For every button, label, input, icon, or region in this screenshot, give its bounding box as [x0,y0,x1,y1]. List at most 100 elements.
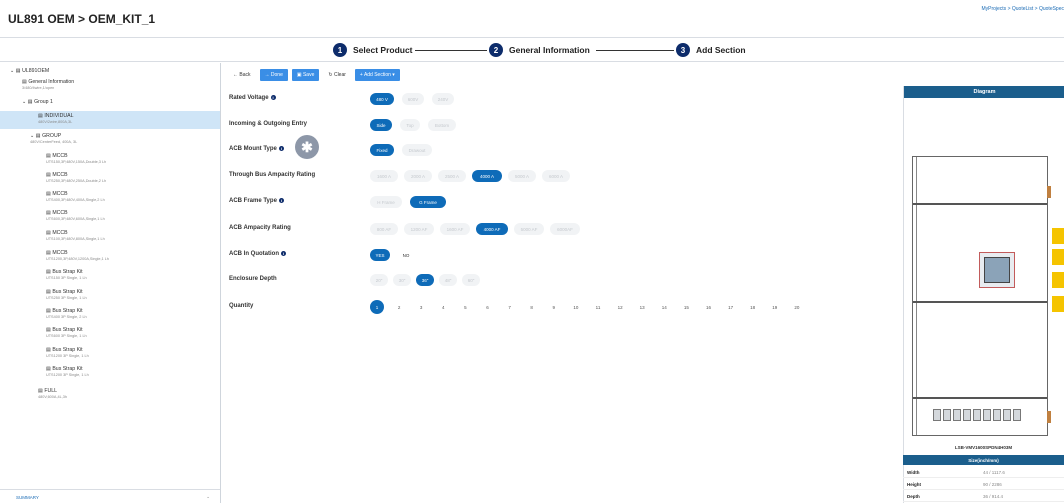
chevron-down-icon[interactable]: ⌄ ▤ [22,99,34,105]
summary-panel-toggle[interactable]: SUMMARY ⌄ [0,489,220,503]
tree-node-bus-strap-kit[interactable]: ▤ Bus Strap Kit UTS250 3P Single, 1 Lh [46,289,87,300]
acb-ampacity-option[interactable]: 6000AF [550,223,580,235]
tree-node-full[interactable]: ▤ FULL 480V,600A,4L,3h [38,388,67,399]
acb-mount-option[interactable]: Fixed [370,144,394,156]
quantity-option[interactable]: 7 [503,300,517,314]
clear-button[interactable]: ↻ Clear [323,69,351,81]
enclosure-depth-option[interactable]: 20" [370,274,388,286]
rated-voltage-option[interactable]: 240V [432,93,454,105]
add-section-button[interactable]: + Add Section ▾ [354,69,400,81]
tree-node-bus-strap-kit[interactable]: ▤ Bus Strap Kit UTS150 3P Single, 1 Lh [46,269,87,280]
through-bus-option[interactable]: 2000 A [404,170,432,182]
field-label-through-bus-ampacity: Through Bus Ampacity Rating [229,172,316,178]
quantity-option[interactable]: 12 [613,300,627,314]
tree-node-bus-strap-kit[interactable]: ▤ Bus Strap Kit UTS1200 3P Single, 1 Lh [46,366,89,377]
tree-node-group[interactable]: ⌄ ▤ GROUP 480V/CenterFeed, 400A, 3L [30,133,77,144]
tree-node-mccb[interactable]: ▤ MCCB UTS400,3P,480V,400A,Single,2 Lh [46,191,105,202]
rated-voltage-option[interactable]: 480 V [370,93,394,105]
info-icon[interactable]: i [281,251,286,256]
acb-ampacity-option[interactable]: 1600 AF [440,223,470,235]
tree-node-bus-strap-kit[interactable]: ▤ Bus Strap Kit UTS1200 3P Single, 1 Lh [46,347,89,358]
through-bus-option[interactable]: 2500 A [438,170,466,182]
cabinet-rail [916,157,917,435]
step-select-product[interactable]: 1 Select Product [333,42,413,58]
terminal-tag [1052,228,1064,244]
incoming-option[interactable]: Bottom [428,119,456,131]
back-button[interactable]: ← Back [228,69,256,81]
enclosure-depth-option[interactable]: 60" [462,274,480,286]
incoming-option[interactable]: Top [400,119,420,131]
save-button[interactable]: ▣ Save [291,69,320,81]
through-bus-option[interactable]: 1600 A [370,170,398,182]
size-specs: LSB-VMV1600SPDN4H03M Size(inch/mm) Width… [903,441,1064,503]
tree-node-mccb[interactable]: ▤ MCCB UTS600,3P,480V,600A,Single,1 Lh [46,210,105,221]
tree-node-bus-strap-kit[interactable]: ▤ Bus Strap Kit UTS400 3P Single, 2 Lh [46,308,87,319]
quantity-option[interactable]: 4 [436,300,450,314]
info-icon[interactable]: i [278,198,284,203]
tree-node-root[interactable]: ⌄ ▤ UL891OEM [10,68,49,74]
quantity-option[interactable]: 13 [635,300,649,314]
step-general-information[interactable]: 2 General Information [489,42,590,58]
tree-node-general-information[interactable]: ▤ General Information 3/480/4wire,1/open [22,79,74,90]
incoming-option[interactable]: Side [370,119,392,131]
breadcrumb[interactable]: MyProjects > QuoteList > QuoteSpec [981,6,1064,12]
terminal-tag [1052,296,1064,312]
quantity-option[interactable]: 6 [481,300,495,314]
field-label-rated-voltage: Rated Voltage i [229,95,276,102]
through-bus-option[interactable]: 5000 A [508,170,536,182]
enclosure-depth-option[interactable]: 30" [393,274,411,286]
quantity-option[interactable]: 9 [547,300,561,314]
quantity-option[interactable]: 10 [569,300,583,314]
section-divider [913,397,1047,399]
tree-node-group1[interactable]: ⌄ ▤ Group 1 [22,99,53,105]
size-header: Size(inch/mm) [903,455,1064,465]
chevron-down-icon[interactable]: ⌄ ▤ [30,133,42,139]
step-add-section[interactable]: 3 Add Section [676,42,746,58]
tree-node-mccb[interactable]: ▤ MCCB UTS100,3P,480V,800A,Single,1 Lh [46,230,105,241]
acb-ampacity-option[interactable]: 1200 AF [404,223,434,235]
step-label: Select Product [353,45,413,55]
enclosure-depth-option[interactable]: 48" [439,274,457,286]
quantity-option[interactable]: 5 [458,300,472,314]
through-bus-option[interactable]: 6000 A [542,170,570,182]
quantity-option[interactable]: 19 [768,300,782,314]
quantity-option[interactable]: 2 [392,300,406,314]
quantity-option[interactable]: 17 [724,300,738,314]
acb-ampacity-option[interactable]: 5000 AF [514,223,544,235]
selected-row-highlight [0,111,220,129]
acb-ampacity-option[interactable]: 800 AF [370,223,398,235]
acb-ampacity-option[interactable]: 4000 AF [476,223,508,235]
quantity-option[interactable]: 18 [746,300,760,314]
tree-node-mccb[interactable]: ▤ MCCB UTS1200,3P,480V,1200A,Single,1 Lh [46,250,109,261]
spec-row-depth: Depth 36 / 914.4 [903,492,1064,502]
quantity-option[interactable]: 20 [790,300,804,314]
through-bus-option[interactable]: 4000 A [472,170,502,182]
enclosure-depth-option[interactable]: 36" [416,274,434,286]
tree-node-mccb[interactable]: ▤ MCCB UTS250,3P,480V,250A,Double,2 Lh [46,172,106,183]
action-toolbar: ← Back → Done ▣ Save ↻ Clear + Add Secti… [228,69,400,82]
configuration-form: Rated Voltage i 480 V 600V 240V Incoming & … [229,86,889,326]
rated-voltage-option[interactable]: 600V [402,93,424,105]
acb-mount-option[interactable]: Drawout [402,144,432,156]
spec-row-height: Height 90 / 2286 [903,480,1064,490]
acb-quotation-option[interactable]: NO [398,249,414,261]
quantity-option[interactable]: 3 [414,300,428,314]
quantity-option[interactable]: 8 [525,300,539,314]
quantity-option[interactable]: 15 [679,300,693,314]
chevron-down-icon[interactable]: ⌄ ▤ [10,68,22,74]
quantity-option[interactable]: 1 [370,300,384,314]
acb-frame-option[interactable]: H Frame [370,196,402,208]
project-tree-sidebar: ⌄ ▤ UL891OEM ▤ General Information 3/480… [0,63,221,503]
done-button[interactable]: → Done [259,69,288,81]
chevron-down-icon: ⌄ [206,494,210,499]
tree-node-bus-strap-kit[interactable]: ▤ Bus Strap Kit UTS600 3P Single, 1 Lh [46,327,87,338]
info-icon[interactable]: i [270,95,276,100]
tree-node-individual[interactable]: ▤ INDIVIDUAL 480V/2wire,800A,3L [38,113,73,124]
acb-frame-option[interactable]: G Frame [410,196,446,208]
tree-node-mccb[interactable]: ▤ MCCB UTS150,3P,480V,150A,Double,3 Lh [46,153,106,164]
quantity-option[interactable]: 14 [657,300,671,314]
quantity-option[interactable]: 11 [591,300,605,314]
info-icon[interactable]: i [278,146,284,151]
acb-quotation-option[interactable]: YES [370,249,390,261]
quantity-option[interactable]: 16 [702,300,716,314]
